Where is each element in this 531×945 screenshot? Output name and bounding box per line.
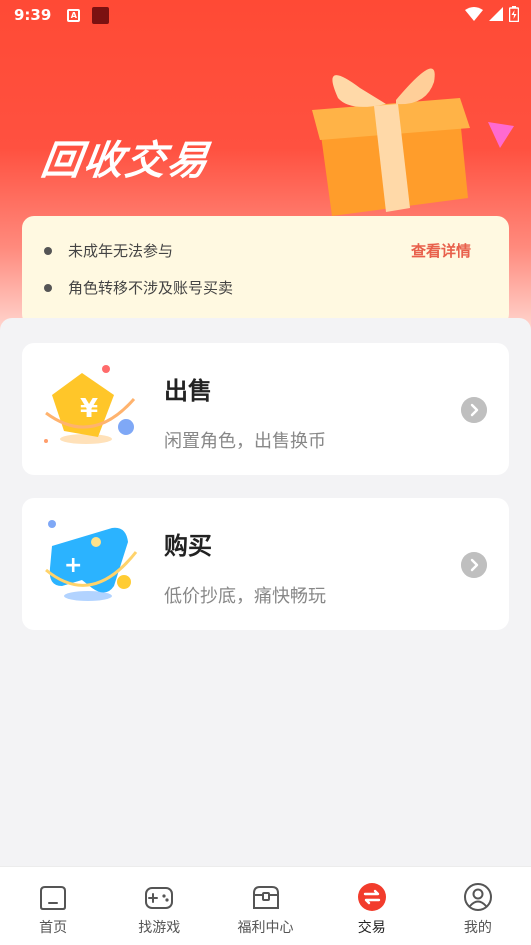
tab-find-games[interactable]: 找游戏 bbox=[106, 867, 212, 945]
tab-label: 找游戏 bbox=[138, 920, 181, 936]
view-details-link[interactable]: 查看详情 bbox=[411, 240, 471, 261]
bottom-tab-bar: 首页 找游戏 福利中心 交易 我的 bbox=[0, 866, 531, 945]
notice-text: 角色转移不涉及账号买卖 bbox=[68, 279, 234, 297]
buy-card[interactable]: + 购买 低价抄底，痛快畅玩 bbox=[22, 498, 509, 630]
page-title: 回收交易 bbox=[38, 138, 213, 184]
tab-label: 交易 bbox=[357, 920, 386, 936]
tab-label: 首页 bbox=[39, 920, 68, 936]
gamepad-icon bbox=[145, 887, 174, 909]
notice-item: 未成年无法参与 bbox=[44, 240, 173, 261]
profile-icon bbox=[463, 883, 492, 911]
chevron-right-icon bbox=[461, 397, 487, 423]
card-title: 出售 bbox=[164, 377, 212, 405]
sell-tag-icon: ¥ bbox=[44, 365, 136, 444]
card-subtitle: 低价抄底，痛快畅玩 bbox=[164, 586, 326, 607]
svg-text:¥: ¥ bbox=[80, 394, 98, 424]
status-time: 9:39 bbox=[14, 6, 52, 24]
wifi-icon bbox=[465, 7, 483, 21]
notice-panel: 未成年无法参与 角色转移不涉及账号买卖 查看详情 bbox=[22, 216, 509, 326]
tab-trade[interactable]: 交易 bbox=[319, 867, 425, 945]
bullet-dot bbox=[44, 283, 52, 292]
sell-card[interactable]: ¥ 出售 闲置角色，出售换币 bbox=[22, 343, 509, 475]
main-content: ¥ 出售 闲置角色，出售换币 + 购买 低价抄底，痛快畅玩 bbox=[0, 318, 531, 866]
tab-profile[interactable]: 我的 bbox=[425, 867, 531, 945]
tab-welfare-center[interactable]: 福利中心 bbox=[212, 867, 318, 945]
tab-home[interactable]: 首页 bbox=[0, 867, 106, 945]
battery-icon bbox=[509, 6, 519, 22]
chevron-right-icon bbox=[461, 552, 487, 578]
gift-box-illustration bbox=[312, 68, 514, 216]
notice-text: 未成年无法参与 bbox=[68, 242, 174, 260]
signal-icon bbox=[489, 7, 503, 21]
home-icon bbox=[40, 886, 67, 910]
app-notification-square-icon bbox=[92, 6, 110, 24]
exchange-icon bbox=[357, 883, 386, 911]
status-bar: 9:39 A bbox=[0, 0, 531, 30]
gamepad-icon: + bbox=[45, 520, 138, 601]
tab-label: 我的 bbox=[463, 920, 492, 936]
chest-icon bbox=[252, 886, 279, 909]
app-notification-icon: A bbox=[67, 8, 81, 22]
svg-text:+: + bbox=[64, 553, 82, 578]
card-subtitle: 闲置角色，出售换币 bbox=[164, 431, 326, 452]
tab-label: 福利中心 bbox=[237, 920, 294, 936]
card-title: 购买 bbox=[164, 532, 212, 560]
notice-item: 角色转移不涉及账号买卖 bbox=[44, 277, 233, 298]
bullet-dot bbox=[44, 246, 52, 255]
hero-banner: 9:39 A 回收交易 未成年无法参与 角色转移不涉及账号买卖 查看详情 bbox=[0, 0, 531, 330]
